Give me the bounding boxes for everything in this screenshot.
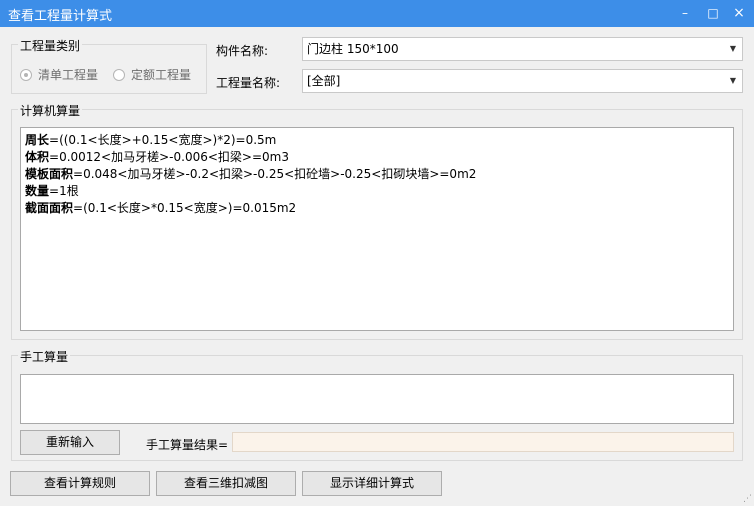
radio-checked-icon [20,68,32,81]
calc-line: 截面面积=(0.1<长度>*0.15<宽度>)=0.015m2 [25,200,729,217]
chevron-down-icon: ▼ [729,76,736,85]
view-calc-rules-button[interactable]: 查看计算规则 [10,471,150,496]
manual-calc-textarea[interactable] [20,374,734,424]
calc-line-name: 模板面积 [25,167,74,181]
quantity-name-value: [全部] [307,74,341,88]
calc-line-expr: =0.0012<加马牙槎>-0.006<扣梁>=0m3 [49,150,289,164]
show-detail-formula-button[interactable]: 显示详细计算式 [302,471,442,496]
minimize-button[interactable]: – [676,4,694,22]
manual-calc-label: 手工算量 [18,348,71,365]
resize-grip-icon[interactable]: ⋰ [743,494,752,504]
radio-quota-quantity-label: 定额工程量 [131,68,192,82]
calc-line-name: 体积 [25,150,50,164]
manual-result-label: 手工算量结果= [146,438,229,452]
window-title: 查看工程量计算式 [8,9,113,24]
calc-line: 模板面积=0.048<加马牙槎>-0.2<扣梁>-0.25<扣砼墙>-0.25<… [25,166,729,183]
calc-line-expr: =0.048<加马牙槎>-0.2<扣梁>-0.25<扣砼墙>-0.25<扣砌块墙… [73,167,477,181]
view-3d-deduction-button[interactable]: 查看三维扣减图 [156,471,296,496]
component-name-value: 门边柱 150*100 [307,42,399,56]
quantity-name-select[interactable]: [全部] ▼ [302,69,743,93]
calc-line-expr: =1根 [49,184,79,198]
maximize-button[interactable]: □ [704,4,722,22]
component-name-select[interactable]: 门边柱 150*100 ▼ [302,37,743,61]
quantity-category-label: 工程量类别 [18,37,83,54]
calc-line: 周长=((0.1<长度>+0.15<宽度>)*2)=0.5m [25,132,729,149]
close-button[interactable]: × [730,4,748,22]
calc-line-name: 周长 [25,133,50,147]
component-name-label: 构件名称: [216,44,269,58]
radio-quota-quantity[interactable]: 定额工程量 [113,66,191,83]
chevron-down-icon: ▼ [729,44,736,53]
manual-result-field[interactable] [232,432,734,452]
reenter-button[interactable]: 重新输入 [20,430,120,455]
radio-bill-quantity-label: 清单工程量 [38,68,99,82]
calc-line-expr: =((0.1<长度>+0.15<宽度>)*2)=0.5m [49,133,277,147]
title-bar: 查看工程量计算式 – □ × [0,0,754,27]
calc-line: 体积=0.0012<加马牙槎>-0.006<扣梁>=0m3 [25,149,729,166]
radio-bill-quantity[interactable]: 清单工程量 [20,66,98,83]
computer-calc-textarea[interactable]: 周长=((0.1<长度>+0.15<宽度>)*2)=0.5m 体积=0.0012… [20,127,734,331]
calc-line-expr: =(0.1<长度>*0.15<宽度>)=0.015m2 [73,201,297,215]
calc-line: 数量=1根 [25,183,729,200]
computer-calc-label: 计算机算量 [18,102,83,119]
radio-unchecked-icon [113,68,125,81]
calc-line-name: 数量 [25,184,50,198]
calc-line-name: 截面面积 [25,201,74,215]
quantity-name-label: 工程量名称: [216,76,281,90]
